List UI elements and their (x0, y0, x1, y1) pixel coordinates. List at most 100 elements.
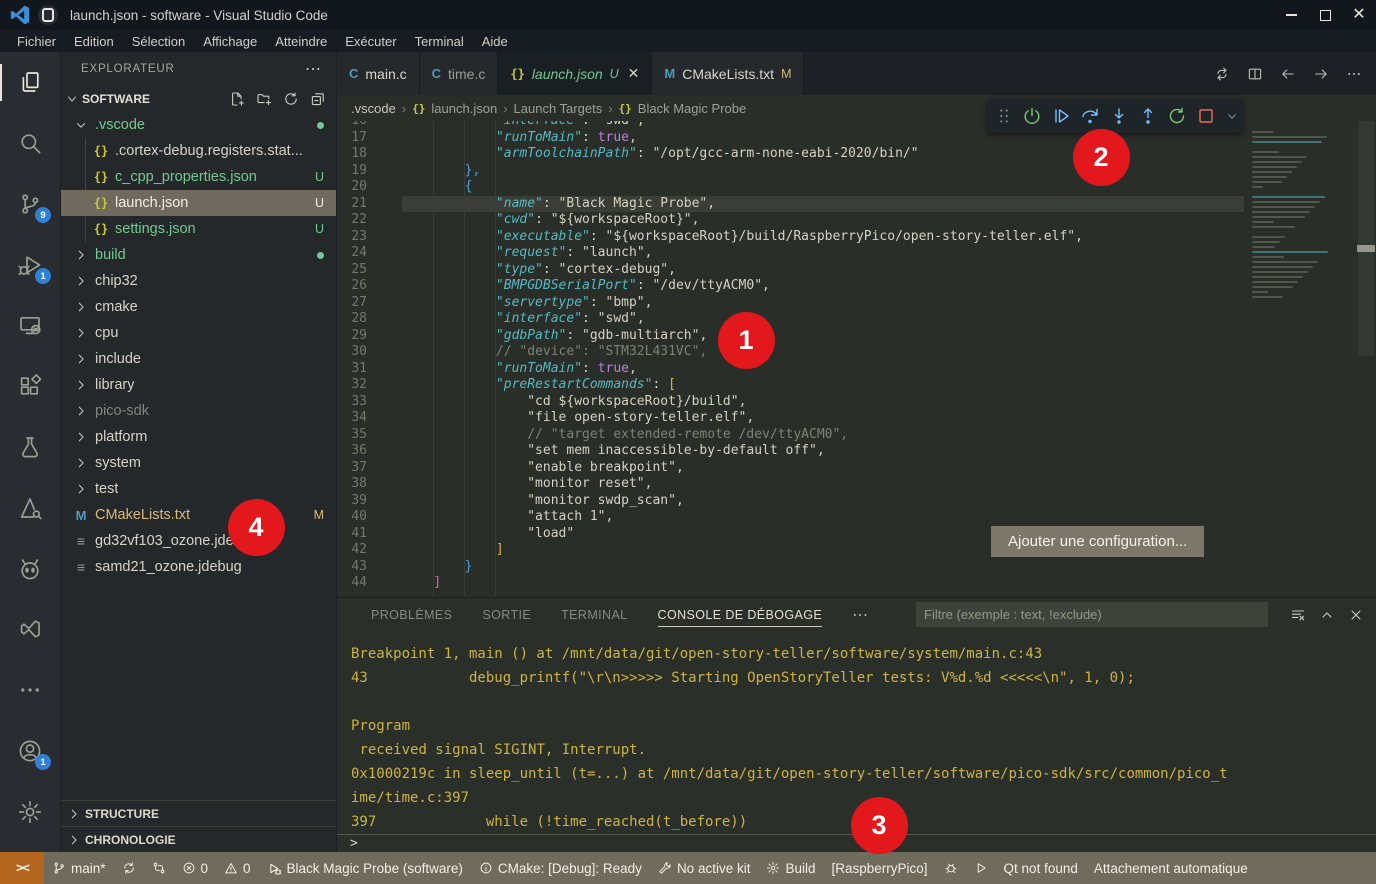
tree-item-samd21-ozone-jdebug[interactable]: ≡samd21_ozone.jdebug (61, 554, 336, 580)
breadcrumb-item[interactable]: Black Magic Probe (638, 101, 746, 116)
add-configuration-button[interactable]: Ajouter une configuration... (991, 526, 1204, 557)
code-line-19[interactable]: 19 }, (337, 163, 1376, 180)
tab-main-c[interactable]: Cmain.c (337, 52, 420, 95)
status-attachement-automatique[interactable]: Attachement automatique (1086, 852, 1256, 884)
clear-console-icon[interactable] (1290, 607, 1306, 623)
activity-account-icon[interactable]: 1 (0, 726, 60, 775)
menu-selection[interactable]: Sélection (123, 34, 194, 49)
breadcrumb-item[interactable]: launch.json (431, 101, 497, 116)
panel-tab-console-de-debogage[interactable]: CONSOLE DE DÉBOGAGE (658, 598, 823, 632)
tree-item-test[interactable]: test (61, 476, 336, 502)
activity-explorer-icon[interactable] (0, 58, 60, 107)
status-play-icon[interactable] (966, 852, 996, 884)
tree-item--cortex-debug-registers-stat-[interactable]: {}.cortex-debug.registers.stat... (61, 138, 336, 164)
maximize-button[interactable] (1308, 0, 1342, 30)
code-line-22[interactable]: 22 "cwd": "${workspaceRoot}", (337, 212, 1376, 229)
tree-item-cpu[interactable]: cpu (61, 320, 336, 346)
status-bug-icon[interactable] (936, 852, 966, 884)
code-line-25[interactable]: 25 "type": "cortex-debug", (337, 262, 1376, 279)
activity-test-icon[interactable] (0, 423, 60, 472)
breadcrumb-item[interactable]: Launch Targets (514, 101, 603, 116)
tree-item-cmakelists-txt[interactable]: MCMakeLists.txtM (61, 502, 336, 528)
section-chronologie[interactable]: CHRONOLOGIE (61, 826, 336, 852)
tree-item-c-cpp-properties-json[interactable]: {}c_cpp_properties.jsonU (61, 164, 336, 190)
code-line-39[interactable]: 39 "monitor swdp_scan", (337, 493, 1376, 510)
code-line-43[interactable]: 43 } (337, 559, 1376, 576)
activity-alien-icon[interactable] (0, 544, 60, 593)
menu-affichage[interactable]: Affichage (194, 34, 266, 49)
stop-icon[interactable] (1196, 105, 1216, 127)
panel-tab-terminal[interactable]: TERMINAL (561, 598, 627, 632)
tab-time-c[interactable]: Ctime.c (420, 52, 499, 95)
tab-cmakelists-txt[interactable]: MCMakeLists.txtM (652, 52, 804, 95)
code-editor[interactable]: 16 "interface": "swd",17 "runToMain": tr… (337, 121, 1376, 597)
activity-vs-icon[interactable] (0, 605, 60, 654)
code-line-35[interactable]: 35 // "target extended-remote /dev/ttyAC… (337, 427, 1376, 444)
code-line-33[interactable]: 33 "cd ${workspaceRoot}/build", (337, 394, 1376, 411)
continue-icon[interactable] (1051, 105, 1071, 127)
panel-more-icon[interactable]: ⋯ (852, 605, 869, 625)
code-line-24[interactable]: 24 "request": "launch", (337, 245, 1376, 262)
debug-console-filter-input[interactable] (916, 602, 1268, 627)
restart-icon[interactable] (1167, 105, 1187, 127)
status-raspberrypico[interactable]: [RaspberryPico] (824, 852, 936, 884)
status-black-magic-probe-software[interactable]: Black Magic Probe (software) (259, 852, 471, 884)
code-line-23[interactable]: 23 "executable": "${workspaceRoot}/build… (337, 229, 1376, 246)
minimap[interactable] (1244, 121, 1356, 597)
status-compare-icon[interactable] (144, 852, 174, 884)
close-icon[interactable] (1348, 607, 1364, 623)
refresh-icon[interactable] (283, 91, 299, 107)
chevron-up-icon[interactable] (1319, 607, 1335, 623)
step-out-icon[interactable] (1138, 105, 1158, 127)
menu-aide[interactable]: Aide (473, 34, 517, 49)
code-line-30[interactable]: 30 // "device": "STM32L431VC", (337, 344, 1376, 361)
code-line-21[interactable]: 21 "name": "Black Magic Probe", (337, 196, 1376, 213)
code-line-27[interactable]: 27 "servertype": "bmp", (337, 295, 1376, 312)
menu-executer[interactable]: Exécuter (336, 34, 405, 49)
activity-more-icon[interactable] (0, 666, 60, 715)
tree-item-library[interactable]: library (61, 372, 336, 398)
code-line-32[interactable]: 32 "preRestartCommands": [ (337, 377, 1376, 394)
minimize-button[interactable] (1274, 0, 1308, 30)
arrow-left-icon[interactable] (1280, 66, 1296, 82)
section-structure[interactable]: STRUCTURE (61, 800, 336, 826)
tree-item-launch-json[interactable]: {}launch.jsonU (61, 190, 336, 216)
activity-search-icon[interactable] (0, 119, 60, 168)
activity-extensions-icon[interactable] (0, 362, 60, 411)
code-line-42[interactable]: 42 ] (337, 542, 1376, 559)
collapse-all-icon[interactable] (310, 91, 326, 107)
code-line-29[interactable]: 29 "gdbPath": "gdb-multiarch", (337, 328, 1376, 345)
tree-item-system[interactable]: system (61, 450, 336, 476)
menu-terminal[interactable]: Terminal (406, 34, 473, 49)
code-line-41[interactable]: 41 "load" (337, 526, 1376, 543)
new-folder-icon[interactable] (256, 91, 272, 107)
close-tab-icon[interactable]: ✕ (628, 65, 640, 82)
open-changes-icon[interactable] (1214, 66, 1230, 82)
ellipsis-icon[interactable] (1346, 66, 1362, 82)
activity-source-control-icon[interactable]: 9 (0, 180, 60, 229)
status-main[interactable]: main* (44, 852, 114, 884)
panel-tab-problemes[interactable]: PROBLÈMES (371, 598, 452, 632)
power-icon[interactable] (1022, 105, 1042, 127)
grip-icon[interactable] (995, 105, 1013, 127)
code-line-28[interactable]: 28 "interface": "swd", (337, 311, 1376, 328)
status-cmake-debug-ready[interactable]: CMake: [Debug]: Ready (471, 852, 650, 884)
tree-item-settings-json[interactable]: {}settings.jsonU (61, 216, 336, 242)
code-line-36[interactable]: 36 "set mem inaccessible-by-default off"… (337, 443, 1376, 460)
code-line-31[interactable]: 31 "runToMain": true, (337, 361, 1376, 378)
menu-fichier[interactable]: Fichier (8, 34, 65, 49)
menu-edition[interactable]: Edition (65, 34, 123, 49)
code-line-44[interactable]: 44 ] (337, 575, 1376, 592)
scrollbar-thumb[interactable] (1358, 121, 1374, 356)
status-no-active-kit[interactable]: No active kit (650, 852, 759, 884)
views-more-icon[interactable]: ⋯ (305, 59, 322, 79)
split-editor-icon[interactable] (1247, 66, 1263, 82)
activity-remote-explorer-icon[interactable] (0, 301, 60, 350)
tree-item-pico-sdk[interactable]: pico-sdk (61, 398, 336, 424)
step-into-icon[interactable] (1109, 105, 1129, 127)
tab-launch-json[interactable]: {}launch.jsonU✕ (498, 52, 652, 95)
code-line-37[interactable]: 37 "enable breakpoint", (337, 460, 1376, 477)
tree-item-include[interactable]: include (61, 346, 336, 372)
code-line-40[interactable]: 40 "attach 1", (337, 509, 1376, 526)
step-over-icon[interactable] (1080, 105, 1100, 127)
